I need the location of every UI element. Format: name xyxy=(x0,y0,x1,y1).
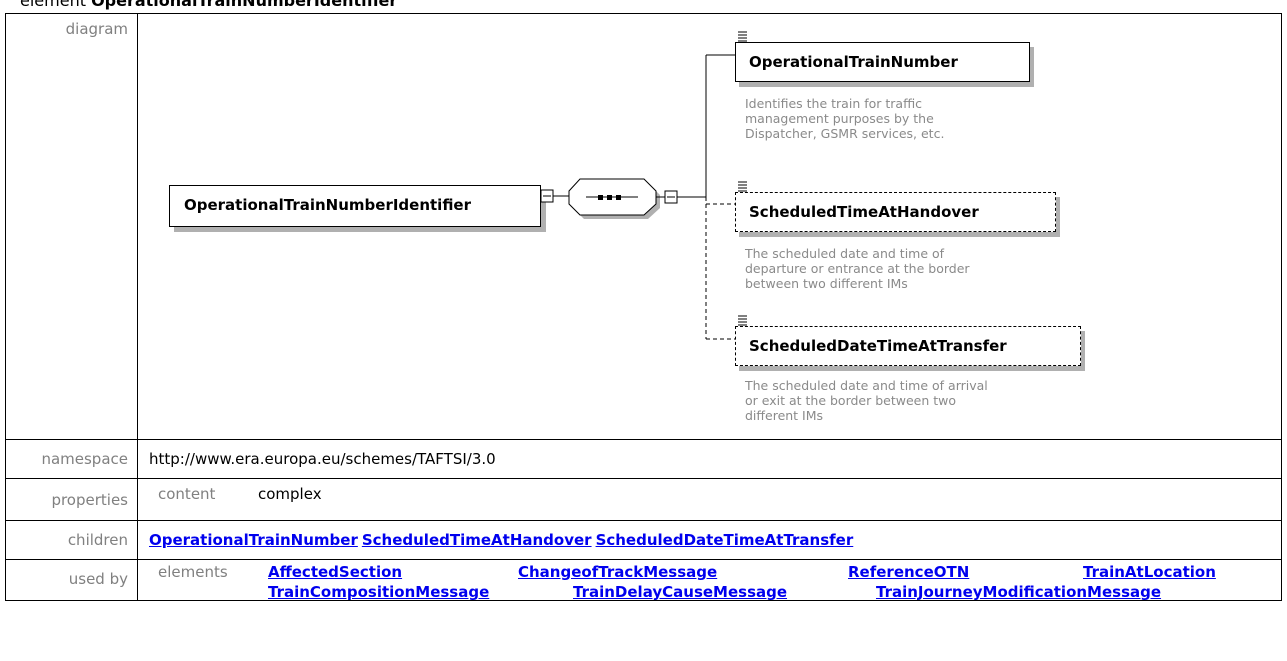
diagram-child-desc: The scheduled date and time of departure… xyxy=(745,246,970,291)
property-value: complex xyxy=(258,485,322,503)
used-by-link[interactable]: ReferenceOTN xyxy=(848,563,969,581)
row-label-children: children xyxy=(5,520,138,560)
used-by-kind: elements xyxy=(158,563,228,581)
properties-cell: content complex xyxy=(137,478,1282,521)
heading-prefix: element xyxy=(20,0,92,10)
heading-element-name: OperationalTrainNumberIdentifier xyxy=(91,0,398,10)
schema-diagram: OperationalTrainNumberIdentifier Operati… xyxy=(138,14,1278,439)
used-by-link[interactable]: TrainJourneyModificationMessage xyxy=(876,583,1161,601)
used-by-link[interactable]: TrainAtLocation xyxy=(1083,563,1216,581)
diagram-child-desc: Identifies the train for traffic managem… xyxy=(745,96,945,141)
used-by-link[interactable]: AffectedSection xyxy=(268,563,402,581)
row-label-properties: properties xyxy=(5,478,138,521)
diagram-child-desc: The scheduled date and time of arrival o… xyxy=(745,378,988,423)
diagram-cell: OperationalTrainNumberIdentifier Operati… xyxy=(137,13,1282,440)
namespace-value: http://www.era.europa.eu/schemes/TAFTSI/… xyxy=(137,439,1282,479)
child-link[interactable]: OperationalTrainNumber xyxy=(149,531,358,549)
row-label-diagram: diagram xyxy=(5,13,138,440)
row-label-used-by: used by xyxy=(5,559,138,601)
used-by-link[interactable]: TrainDelayCauseMessage xyxy=(573,583,787,601)
row-label-namespace: namespace xyxy=(5,439,138,479)
element-doc-table: diagram OperationalTrainNumberIdentifier… xyxy=(5,13,1282,601)
diagram-child-operationaltrainnumber[interactable]: OperationalTrainNumber xyxy=(735,42,1030,82)
used-by-link[interactable]: ChangeofTrackMessage xyxy=(518,563,717,581)
page-heading: element OperationalTrainNumberIdentifier xyxy=(20,0,397,10)
diagram-child-scheduleddatetimeattransfer[interactable]: ScheduledDateTimeAtTransfer xyxy=(735,326,1081,366)
used-by-cell: elements AffectedSection ChangeofTrackMe… xyxy=(137,559,1282,601)
child-link[interactable]: ScheduledDateTimeAtTransfer xyxy=(596,531,854,549)
diagram-child-scheduledtimeathandover[interactable]: ScheduledTimeAtHandover xyxy=(735,192,1056,232)
property-key: content xyxy=(158,485,216,503)
diagram-root-node[interactable]: OperationalTrainNumberIdentifier xyxy=(169,185,541,227)
child-link[interactable]: ScheduledTimeAtHandover xyxy=(362,531,592,549)
used-by-link[interactable]: TrainCompositionMessage xyxy=(268,583,489,601)
children-links: OperationalTrainNumber ScheduledTimeAtHan… xyxy=(137,520,1282,560)
